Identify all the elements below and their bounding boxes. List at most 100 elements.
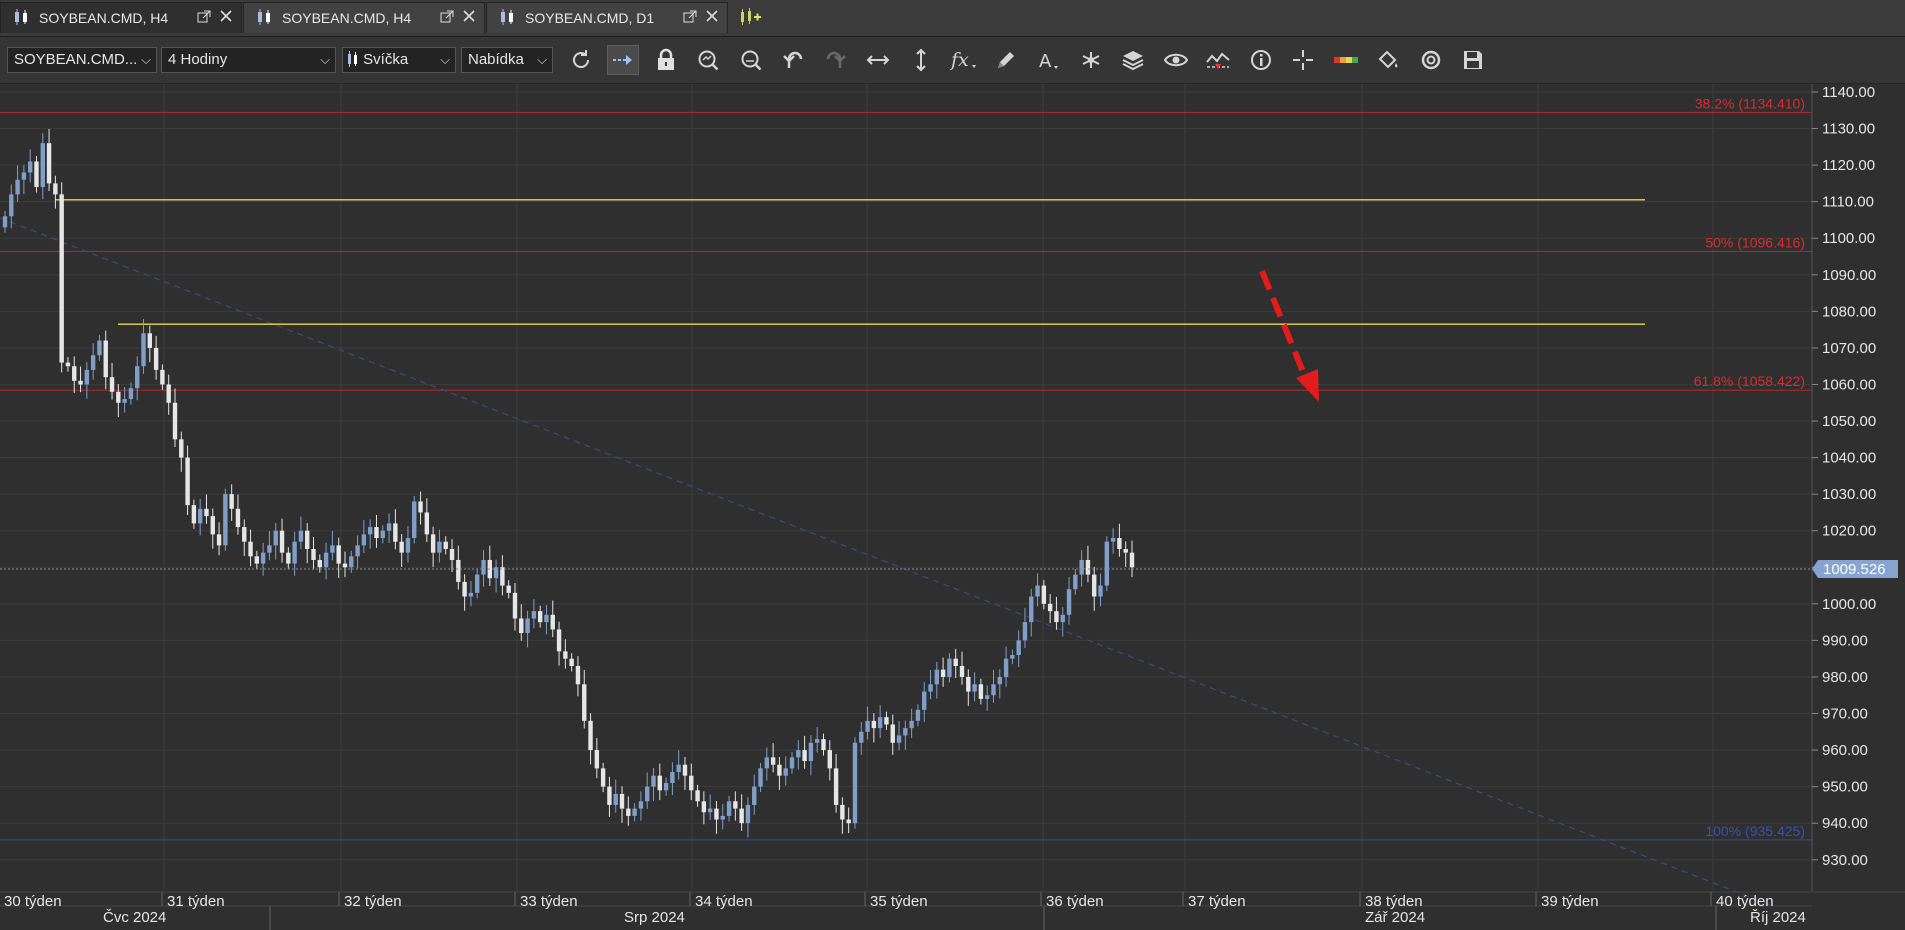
candle-body xyxy=(72,366,77,381)
candle-body xyxy=(103,340,108,378)
close-icon[interactable] xyxy=(705,9,719,26)
horizontal-fit-button[interactable] xyxy=(862,45,894,75)
week-label: 37 týden xyxy=(1188,893,1246,910)
layers-button[interactable] xyxy=(1117,45,1149,75)
colors-button[interactable] xyxy=(1372,45,1404,75)
candle-body xyxy=(506,585,511,593)
candle-body xyxy=(934,669,940,685)
close-icon[interactable] xyxy=(219,9,233,26)
redo-button[interactable] xyxy=(820,45,852,75)
candle-body xyxy=(695,790,700,802)
candle-body xyxy=(380,530,385,539)
timeframe-select[interactable]: 4 Hodiny ⌵ xyxy=(161,47,336,73)
candle-body xyxy=(1104,541,1110,586)
candle-body xyxy=(922,691,927,710)
candle-body xyxy=(53,183,58,195)
candle-body xyxy=(9,194,14,217)
visibility-button[interactable] xyxy=(1160,45,1192,75)
candle-body xyxy=(286,552,291,564)
candle-body xyxy=(223,494,228,546)
candle-body xyxy=(588,720,593,751)
candle-body xyxy=(229,494,234,509)
redo-icon xyxy=(826,51,846,68)
popout-icon[interactable] xyxy=(197,10,211,27)
price-side-value: Nabídka xyxy=(468,51,524,68)
save-button[interactable] xyxy=(1457,45,1489,75)
candle-body xyxy=(632,808,637,816)
price-tick-label: 950.00 xyxy=(1822,779,1868,796)
candle-body xyxy=(185,457,190,506)
instrument-select[interactable]: SOYBEAN.CMD... ⌵ xyxy=(7,47,157,73)
week-label: 30 týden xyxy=(4,893,62,910)
zoom-out-button[interactable] xyxy=(735,45,767,75)
candle-body xyxy=(311,549,316,560)
patterns-button[interactable] xyxy=(1075,45,1107,75)
candle-body xyxy=(342,563,348,568)
drawing-button[interactable] xyxy=(990,45,1022,75)
candle-body xyxy=(254,556,260,564)
candle-body xyxy=(783,768,788,776)
candle-body xyxy=(349,556,354,568)
heatmap-button[interactable] xyxy=(1330,45,1362,75)
chart-tab-3[interactable]: SOYBEAN.CMD, D1 xyxy=(486,2,728,33)
undo-button[interactable] xyxy=(777,45,809,75)
crosshair-icon xyxy=(1293,50,1313,70)
candle-body xyxy=(116,391,121,403)
info-button[interactable] xyxy=(1245,45,1277,75)
price-tick-label: 940.00 xyxy=(1822,815,1868,832)
tab-title: SOYBEAN.CMD, H4 xyxy=(282,10,412,26)
candle-body xyxy=(34,161,39,188)
reset-button[interactable] xyxy=(1415,45,1447,75)
refresh-button[interactable] xyxy=(565,45,597,75)
chart-tab-1[interactable]: SOYBEAN.CMD, H4 xyxy=(0,2,242,33)
candle-body xyxy=(27,161,33,173)
price-tick-label: 1140.00 xyxy=(1822,84,1875,101)
candle-body xyxy=(15,179,20,195)
autoscroll-button[interactable] xyxy=(607,45,639,75)
close-icon[interactable] xyxy=(462,9,476,26)
candle-body xyxy=(1123,549,1128,553)
price-chart[interactable]: 38.2% (1134.410) 50% (1096.416) 61.8% (105… xyxy=(0,84,1905,930)
text-button[interactable]: A xyxy=(1032,45,1064,75)
crosshair-button[interactable] xyxy=(1287,45,1319,75)
popout-icon[interactable] xyxy=(440,10,454,27)
candle-body xyxy=(59,194,64,363)
candle-body xyxy=(582,684,587,721)
instrument-value: SOYBEAN.CMD... xyxy=(14,51,138,68)
candle xyxy=(412,495,417,544)
candle xyxy=(852,737,858,829)
chart-type-select[interactable]: Svíčka ⌵ xyxy=(342,47,456,73)
lock-button[interactable] xyxy=(650,45,682,75)
popout-icon[interactable] xyxy=(683,10,697,27)
price-tick-label: 1080.00 xyxy=(1822,303,1876,320)
chart-tab-2[interactable]: SOYBEAN.CMD, H4 xyxy=(243,2,485,33)
candle-body xyxy=(626,808,631,816)
price-tick-label: 980.00 xyxy=(1822,669,1868,686)
candle-body xyxy=(959,665,965,677)
candle-body xyxy=(323,552,329,568)
layers-icon xyxy=(1122,51,1144,71)
week-label: 33 týden xyxy=(520,893,578,910)
candle-body xyxy=(1010,655,1015,659)
candle-body xyxy=(330,545,335,553)
zoom-in-button[interactable] xyxy=(692,45,724,75)
current-price-tag: 1009.526 xyxy=(1812,560,1898,579)
timeframe-value: 4 Hodiny xyxy=(168,51,228,68)
candle-body xyxy=(770,757,776,765)
candle-body xyxy=(437,541,442,553)
candle-body xyxy=(248,541,253,557)
candle-body xyxy=(682,764,688,776)
candle-body xyxy=(689,775,694,791)
indicators-button[interactable]: fx xyxy=(947,45,979,75)
signals-button[interactable] xyxy=(1202,45,1234,75)
candle-body xyxy=(645,786,650,802)
fib-level-label: 61.8% (1058.422) xyxy=(1694,373,1805,389)
new-chart-tab-icon[interactable] xyxy=(738,6,762,33)
candle-body xyxy=(418,501,423,513)
vertical-fit-button[interactable] xyxy=(905,45,937,75)
candle-body xyxy=(46,143,52,184)
candle-body xyxy=(827,750,832,769)
candle-body xyxy=(865,720,870,732)
candle-body xyxy=(1047,603,1053,612)
price-side-select[interactable]: Nabídka ⌵ xyxy=(461,47,553,73)
